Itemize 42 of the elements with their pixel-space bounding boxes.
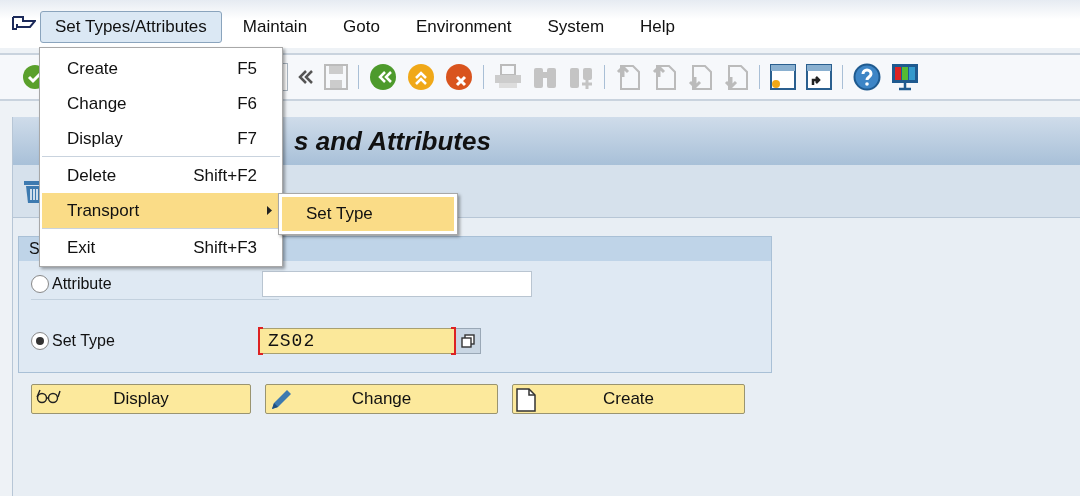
page-icon — [516, 388, 536, 412]
glasses-icon — [35, 388, 61, 404]
copy-icon — [461, 334, 475, 348]
menu-entry[interactable]: Set Type — [282, 197, 454, 231]
exit-icon[interactable] — [407, 63, 435, 91]
menu-entry[interactable]: Delete Shift+F2 — [42, 158, 282, 193]
screen-title: s and Attributes — [294, 125, 491, 157]
menu-item[interactable]: Set Types/Attributes — [40, 11, 222, 43]
menu-entry[interactable]: Create F5 — [42, 51, 282, 86]
action-button[interactable]: Display — [31, 384, 251, 414]
page-nav-icon[interactable] — [687, 63, 713, 91]
print-icon[interactable] — [494, 64, 522, 90]
page-nav-icon[interactable] — [615, 63, 641, 91]
option-label: Set Type — [51, 332, 116, 350]
option-label: Attribute — [51, 275, 113, 293]
monitor-icon[interactable] — [891, 63, 919, 91]
action-button[interactable]: Change — [265, 384, 498, 414]
menu-item[interactable]: Goto — [328, 11, 395, 43]
radio-button[interactable] — [31, 275, 49, 293]
input-field[interactable]: ZS02 — [259, 328, 455, 354]
help-icon[interactable] — [853, 63, 881, 91]
collapse-icon[interactable] — [298, 70, 314, 84]
cancel-icon[interactable] — [445, 63, 473, 91]
menu-entry[interactable]: Change F6 — [42, 86, 282, 121]
page-nav-icon[interactable] — [723, 63, 749, 91]
menu-entry[interactable]: Exit Shift+F3 — [42, 230, 282, 265]
menu-item[interactable]: Environment — [400, 11, 527, 43]
input-field[interactable] — [262, 271, 532, 297]
group-title: S — [29, 240, 40, 258]
back-icon[interactable] — [369, 63, 397, 91]
save-icon[interactable] — [324, 64, 348, 90]
value-help-button[interactable] — [455, 328, 481, 354]
pencil-icon — [269, 388, 293, 412]
menu-item[interactable]: System — [532, 11, 620, 43]
menu-entry[interactable]: Display F7 — [42, 121, 282, 156]
page-nav-icon[interactable] — [651, 63, 677, 91]
radio-button[interactable] — [31, 332, 49, 350]
shortcut-icon[interactable] — [806, 64, 832, 90]
action-button[interactable]: Create — [512, 384, 745, 414]
new-window-icon[interactable] — [770, 64, 796, 90]
menu-item[interactable]: Maintain — [227, 11, 323, 43]
menu-item[interactable]: Help — [625, 11, 691, 43]
